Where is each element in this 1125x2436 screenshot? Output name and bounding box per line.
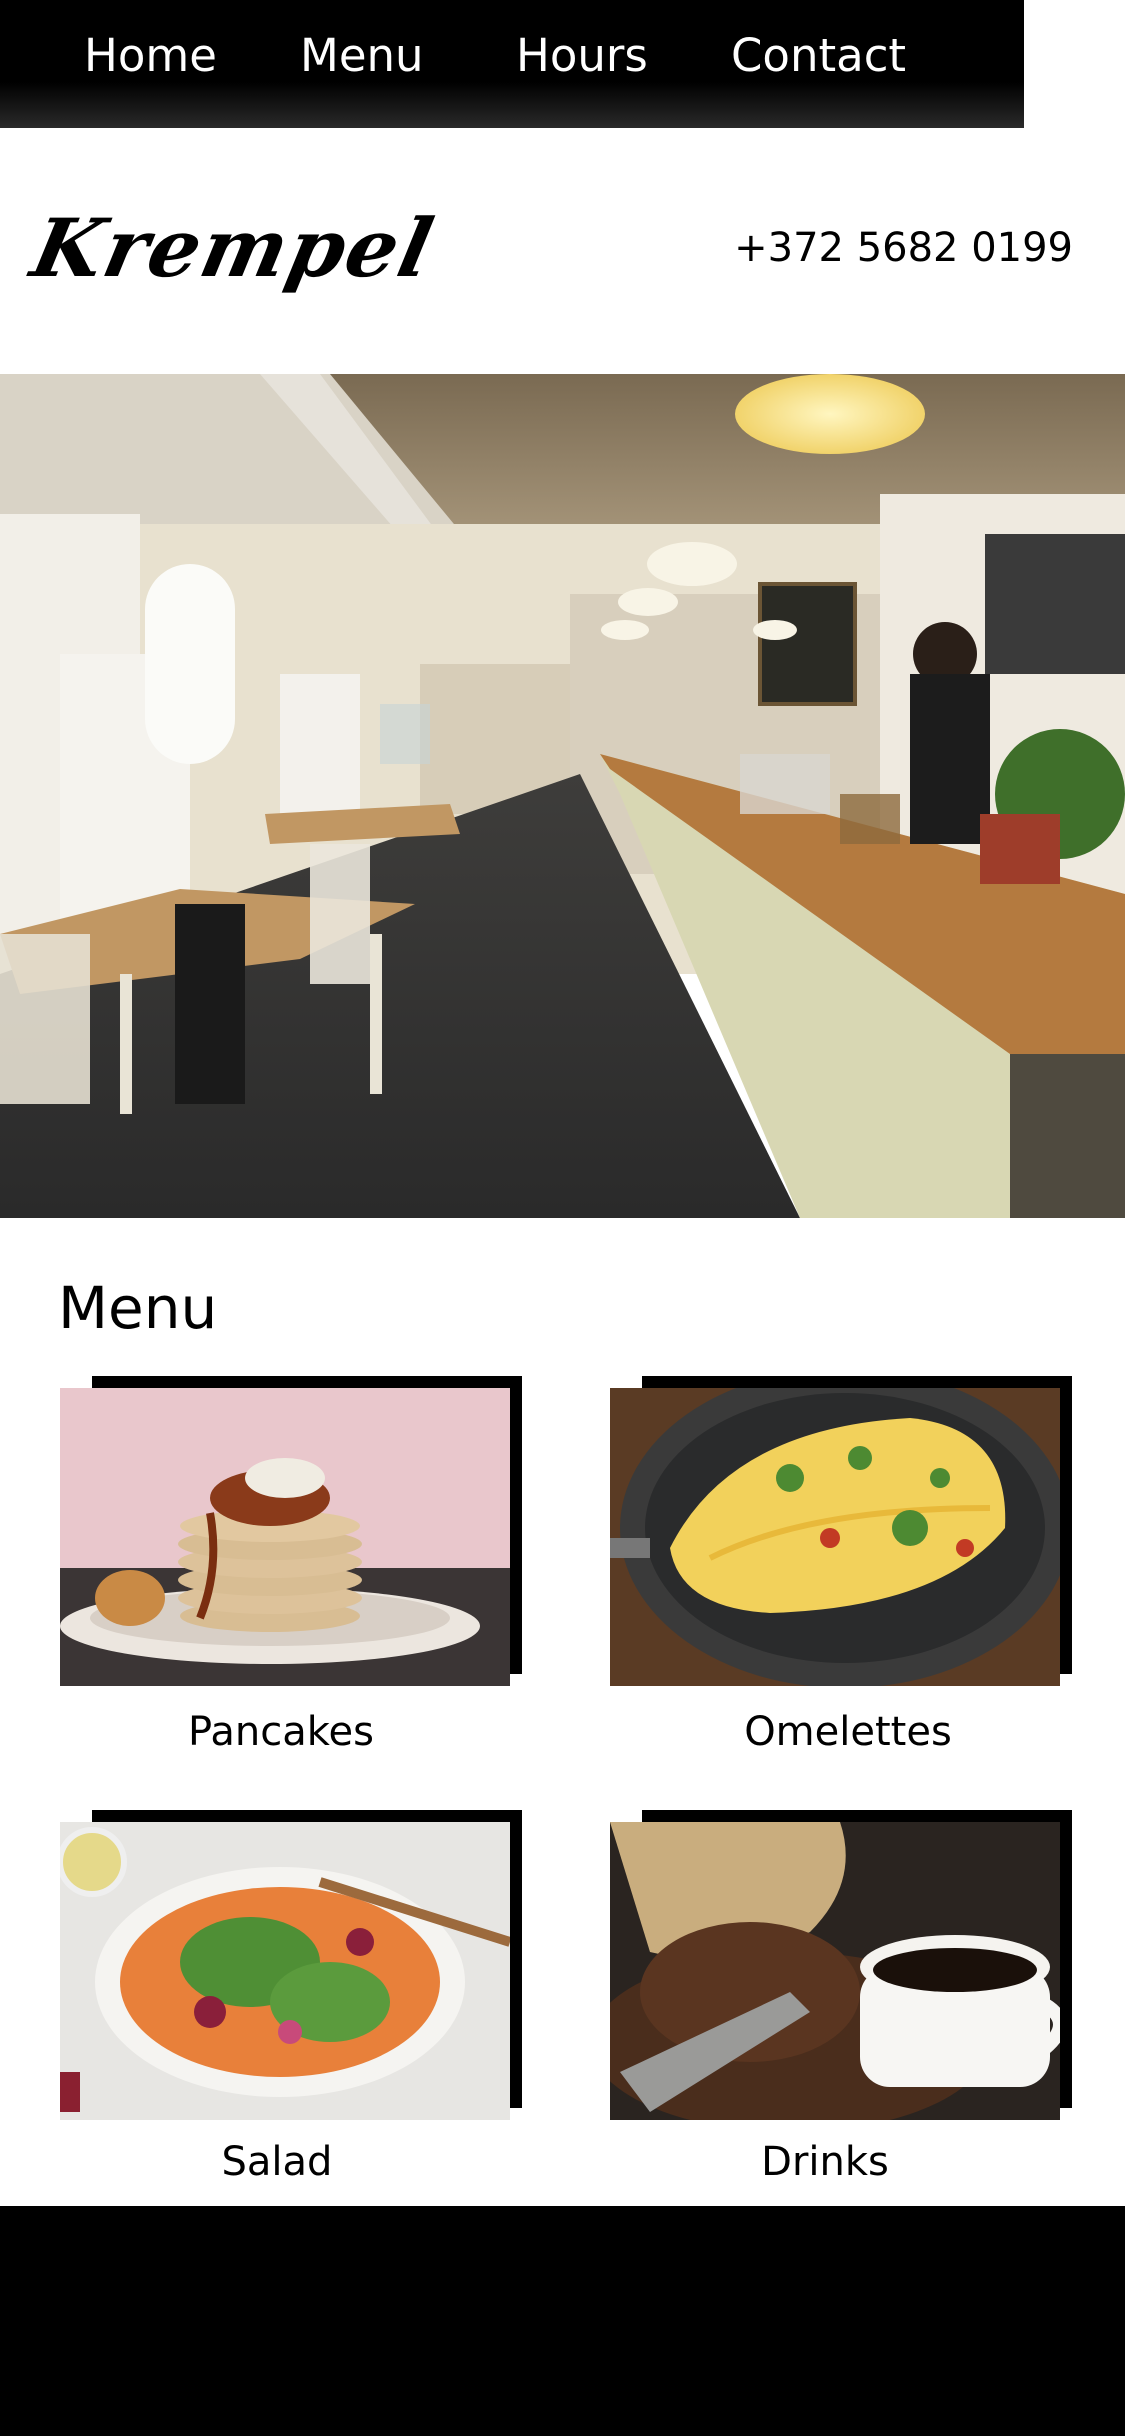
salad-photo[interactable]	[60, 1822, 510, 2120]
hero-cafe-interior-photo	[0, 374, 1125, 1218]
menu-card-label-salad[interactable]: Salad	[42, 2136, 512, 2188]
menu-card-label-pancakes[interactable]: Pancakes	[46, 1706, 516, 1758]
menu-card-omelettes[interactable]	[610, 1376, 1080, 1686]
brand-logo[interactable]: Krempel	[23, 198, 443, 298]
nav-home-link[interactable]: Home	[84, 26, 217, 86]
nav-hours-link[interactable]: Hours	[516, 26, 648, 86]
top-navbar: Home Menu Hours Contact	[0, 0, 1024, 128]
menu-section-heading: Menu	[58, 1274, 218, 1342]
coffee-photo[interactable]	[610, 1822, 1060, 2120]
page-footer	[0, 2206, 1125, 2436]
menu-card-pancakes[interactable]	[60, 1376, 530, 1686]
omelette-photo[interactable]	[610, 1388, 1060, 1686]
menu-card-label-drinks[interactable]: Drinks	[590, 2136, 1060, 2188]
phone-number[interactable]: +372 5682 0199	[734, 222, 1073, 274]
menu-card-drinks[interactable]	[610, 1810, 1080, 2120]
nav-menu-link[interactable]: Menu	[300, 26, 424, 86]
menu-card-label-omelettes[interactable]: Omelettes	[613, 1706, 1083, 1758]
menu-card-salad[interactable]	[60, 1810, 530, 2120]
pancakes-photo[interactable]	[60, 1388, 510, 1686]
nav-contact-link[interactable]: Contact	[731, 26, 906, 86]
